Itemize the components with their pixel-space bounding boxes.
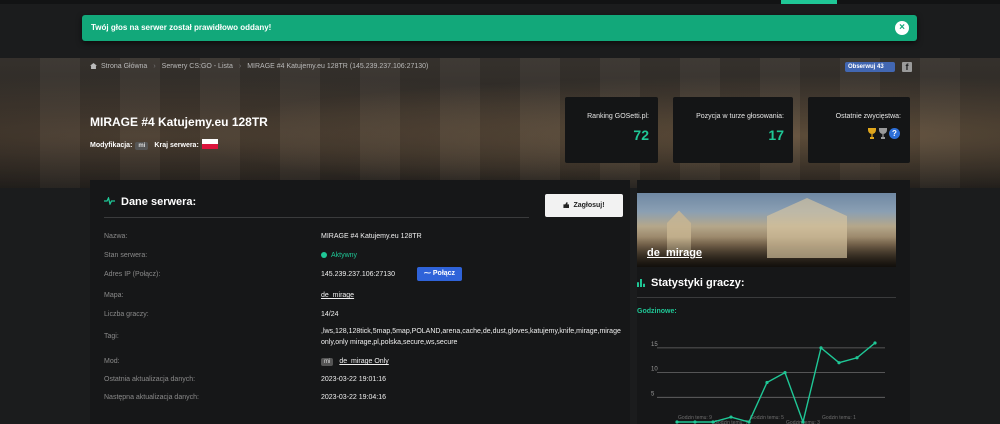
- thumbs-up-icon: [563, 202, 570, 208]
- bar-chart-icon: [637, 279, 645, 287]
- detail-key: Nazwa:: [104, 233, 128, 240]
- side-panel: de_mirage Statystyki graczy: Godzinowe: …: [637, 180, 910, 424]
- vote-position-value: 17: [768, 127, 784, 143]
- close-icon[interactable]: ×: [895, 21, 909, 35]
- mod-badge: mi: [321, 358, 334, 366]
- ranking-value: 72: [633, 127, 649, 143]
- ip-value[interactable]: 145.239.237.106:27130: [321, 271, 395, 278]
- alert-message: Twój głos na serwer został prawidłowo od…: [91, 23, 272, 32]
- chart-point: [819, 346, 823, 350]
- section-title-text: Dane serwera:: [121, 196, 197, 208]
- chart-point: [675, 420, 679, 424]
- status-badge: Aktywny: [331, 252, 358, 259]
- chart-y-tick: 5: [651, 391, 655, 397]
- page-title: MIRAGE #4 Katujemy.eu 128TR: [90, 115, 268, 129]
- next-update-value: 2023-03-22 19:04:16: [321, 394, 386, 401]
- link-icon: ⁓: [423, 270, 433, 277]
- map-name-link[interactable]: de_mirage: [647, 247, 702, 259]
- recent-wins-label: Ostatnie zwycięstwa:: [835, 113, 901, 120]
- facebook-icon[interactable]: f: [902, 62, 912, 72]
- chart-x-tick: Godzin temu: 1: [822, 415, 856, 421]
- facebook-follow-button[interactable]: Obserwuj 43: [845, 62, 895, 72]
- active-nav-indicator: [781, 0, 837, 4]
- breadcrumb-separator: ›: [238, 63, 242, 70]
- vote-button-label: Zagłosuj!: [573, 202, 605, 209]
- connect-button[interactable]: ⁓ Połącz: [417, 267, 462, 281]
- chart-point: [765, 380, 769, 385]
- server-name-value: MIRAGE #4 Katujemy.eu 128TR: [321, 233, 422, 240]
- tags-value: ,lws,128,128tick,5map,5map,POLAND,arena,…: [321, 328, 621, 346]
- chart-series-line: [677, 342, 876, 424]
- home-icon: [90, 63, 97, 69]
- divider: [637, 297, 896, 298]
- mod-badge: mi: [135, 142, 149, 150]
- detail-key: Liczba graczy:: [104, 311, 149, 318]
- top-nav-bar: [0, 0, 1000, 4]
- chart-x-tick: Godzin temu: 9: [678, 415, 712, 421]
- breadcrumb-current: MIRAGE #4 Katujemy.eu 128TR (145.239.237…: [247, 63, 429, 70]
- vote-position-card: Pozycja w turze głosowania: 17: [673, 97, 793, 163]
- silver-trophy-icon: [878, 128, 888, 139]
- chart-y-tick: 15: [651, 342, 658, 348]
- ranking-label: Ranking GOSetti.pl:: [587, 113, 649, 120]
- gold-trophy-icon: [867, 128, 877, 139]
- server-meta: Modyfikacja: mi Kraj serwera:: [90, 139, 218, 150]
- player-stats-title: Statystyki graczy:: [637, 277, 745, 289]
- chart-point: [693, 420, 697, 424]
- connect-button-label: Połącz: [432, 270, 456, 277]
- chart-point: [855, 356, 859, 360]
- chart-point: [711, 420, 715, 424]
- detail-key: Stan serwera:: [104, 252, 148, 259]
- online-dot-icon: [321, 252, 327, 258]
- chart-point: [873, 341, 877, 345]
- success-alert: Twój głos na serwer został prawidłowo od…: [82, 15, 917, 41]
- mod-link[interactable]: de_mirage Only: [339, 358, 388, 365]
- question-icon: ?: [889, 128, 900, 139]
- last-update-value: 2023-03-22 19:01:16: [321, 376, 386, 383]
- pulse-icon: [104, 197, 115, 205]
- poland-flag-icon: [201, 139, 218, 149]
- divider: [104, 217, 529, 218]
- chart-point: [783, 370, 787, 375]
- chart-x-tick: Godzin temu: 5: [750, 415, 784, 421]
- chart-point: [837, 361, 841, 365]
- chart-point: [729, 415, 733, 419]
- detail-key: Ostatnia aktualizacja danych:: [104, 376, 196, 383]
- mod-label: Modyfikacja:: [90, 142, 133, 149]
- hourly-players-chart: 15105Godzin temu: 9Godzin temu: 7Godzin …: [651, 341, 885, 424]
- detail-key: Następna aktualizacja danych:: [104, 394, 199, 401]
- detail-key: Adres IP (Połącz):: [104, 271, 161, 278]
- hourly-label: Godzinowe:: [637, 308, 677, 315]
- breadcrumb-separator: ›: [153, 63, 156, 70]
- players-value: 14/24: [321, 311, 339, 318]
- breadcrumb: Strona Główna › Serwery CS:GO - Lista › MIRA…: [90, 63, 434, 73]
- country-label: Kraj serwera:: [154, 142, 199, 149]
- status-value: Aktywny: [321, 252, 357, 259]
- chart-point: [747, 420, 751, 424]
- vote-position-label: Pozycja w turze głosowania:: [696, 113, 784, 120]
- recent-wins-icons: ?: [866, 128, 900, 141]
- detail-key: Mapa:: [104, 292, 124, 299]
- breadcrumb-server-list[interactable]: Serwery CS:GO - Lista: [162, 63, 233, 70]
- breadcrumb-home[interactable]: Strona Główna: [101, 63, 147, 70]
- map-link[interactable]: de_mirage: [321, 292, 354, 299]
- server-details-panel: Dane serwera: Zagłosuj! Nazwa: MIRAGE #4…: [90, 180, 630, 424]
- facebook-widget: Obserwuj 43 f: [845, 62, 912, 73]
- vote-button[interactable]: Zagłosuj!: [545, 194, 623, 217]
- chart-point: [801, 420, 805, 424]
- section-title: Dane serwera:: [104, 196, 196, 208]
- detail-key: Tagi:: [104, 333, 119, 340]
- player-stats-title-text: Statystyki graczy:: [651, 277, 745, 289]
- ranking-card: Ranking GOSetti.pl: 72: [565, 97, 658, 163]
- detail-row-tags: Tagi: ,lws,128,128tick,5map,5map,POLAND,…: [104, 326, 621, 350]
- recent-wins-card: Ostatnie zwycięstwa: ?: [808, 97, 910, 163]
- detail-key: Mod:: [104, 358, 120, 365]
- mod-value: mi de_mirage Only: [321, 358, 389, 366]
- chart-y-tick: 10: [651, 367, 658, 373]
- map-thumbnail[interactable]: de_mirage: [637, 193, 896, 267]
